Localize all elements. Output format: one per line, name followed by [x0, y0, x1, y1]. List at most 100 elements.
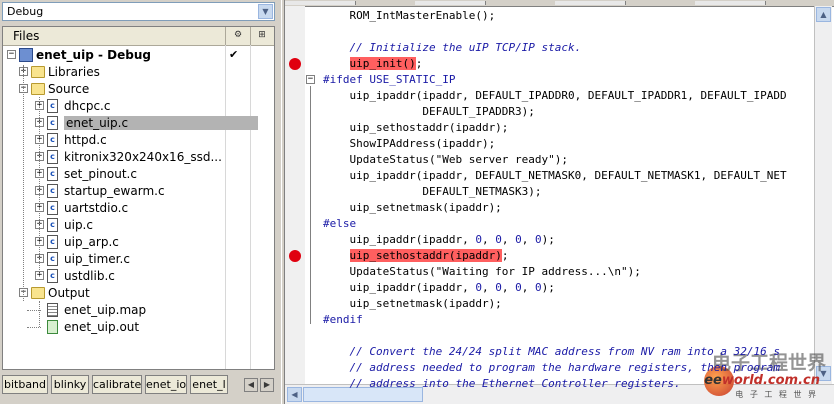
build-status-icon[interactable]: ⚙ — [231, 29, 245, 42]
vertical-scrollbar[interactable]: ▲ ▼ — [814, 6, 832, 384]
tree-file[interactable]: + c uip_timer.c — [3, 251, 225, 267]
tree-file[interactable]: + c set_pinout.c — [3, 166, 225, 182]
code-line[interactable]: // address needed to program the hardwar… — [323, 360, 780, 376]
code-line[interactable]: uip_sethostaddr(ipaddr); — [323, 248, 508, 264]
fold-collapse-icon[interactable]: − — [306, 75, 315, 84]
code-token: 0 — [534, 233, 542, 246]
collapse-icon[interactable]: − — [7, 50, 16, 59]
scroll-left-icon[interactable]: ◀ — [287, 387, 302, 402]
options-icon[interactable]: ⊞ — [255, 29, 269, 42]
code-line[interactable]: DEFAULT_NETMASK3); — [323, 184, 541, 200]
tree-item-label: httpd.c — [64, 133, 107, 147]
breakpoint-icon[interactable] — [289, 58, 301, 70]
code-token: uip_setnetmask(ipaddr); — [323, 201, 502, 214]
c-file-icon: c — [47, 252, 58, 266]
c-file-icon: c — [47, 99, 58, 113]
scroll-up-icon[interactable]: ▲ — [816, 7, 831, 22]
tree-group-output[interactable]: − Output — [3, 285, 225, 301]
code-line[interactable]: ROM_IntMasterEnable(); — [323, 8, 495, 24]
c-file-icon: c — [47, 184, 58, 198]
code-token: UpdateStatus("Waiting for IP address...\… — [323, 265, 641, 278]
tree-file[interactable]: + c startup_ewarm.c — [3, 183, 225, 199]
code-token: #else — [323, 217, 357, 230]
tab-scroll-right-icon[interactable]: ▶ — [260, 378, 274, 392]
code-line[interactable]: uip_init(); — [323, 56, 422, 72]
code-line[interactable]: DEFAULT_IPADDR3); — [323, 104, 535, 120]
code-line[interactable]: uip_ipaddr(ipaddr, 0, 0, 0, 0); — [323, 232, 555, 248]
code-comment: // address into the Ethernet Controller … — [349, 377, 681, 390]
tree-file[interactable]: + c uip_arp.c — [3, 234, 225, 250]
build-config-select[interactable]: Debug ▼ — [2, 2, 275, 21]
tree-connector — [27, 327, 41, 328]
workspace-tab[interactable]: enet_io — [145, 375, 187, 394]
tab-scroll-left-icon[interactable]: ◀ — [244, 378, 258, 392]
tree-output-file[interactable]: enet_uip.out — [3, 319, 225, 335]
ruler-segment — [695, 1, 766, 5]
code-token: #ifdef USE_STATIC_IP — [323, 73, 456, 86]
code-line[interactable]: #else — [323, 216, 356, 232]
code-line[interactable]: #endif — [323, 312, 363, 328]
workspace-panel: Debug ▼ Files ⚙ ⊞ − enet_uip - Debug ✔ + Lib… — [0, 0, 281, 404]
code-line[interactable]: UpdateStatus("Web server ready"); — [323, 152, 568, 168]
code-line[interactable]: // Convert the 24/24 split MAC address f… — [323, 344, 780, 360]
header-divider — [225, 27, 226, 45]
code-line[interactable]: uip_ipaddr(ipaddr, 0, 0, 0, 0); — [323, 280, 554, 296]
code-token: , — [521, 281, 535, 294]
code-line[interactable]: UpdateStatus("Waiting for IP address...\… — [323, 264, 641, 280]
code-token: 0 — [534, 281, 542, 294]
code-line[interactable]: ShowIPAddress(ipaddr); — [323, 136, 495, 152]
code-token: uip_ipaddr(ipaddr, DEFAULT_NETMASK0, DEF… — [323, 169, 787, 182]
breakpoint-icon[interactable] — [289, 250, 301, 262]
workspace-tab[interactable]: enet_l — [190, 375, 228, 394]
code-line[interactable]: uip_ipaddr(ipaddr, DEFAULT_NETMASK0, DEF… — [323, 168, 787, 184]
tree-file[interactable]: + c uip.c — [3, 217, 225, 233]
code-token: ; — [501, 249, 509, 262]
folder-icon — [31, 83, 45, 95]
tree-item-label: Libraries — [48, 65, 100, 79]
code-token: , — [501, 233, 516, 246]
ruler-segment — [415, 1, 486, 5]
code-token: uip_ipaddr(ipaddr, DEFAULT_IPADDR0, DEFA… — [323, 89, 787, 102]
workspace-tab[interactable]: blinky — [51, 375, 89, 394]
watermark-subtitle: 电 子 工 程 世 界 — [735, 390, 818, 399]
tree-file[interactable]: + c uartstdio.c — [3, 200, 225, 216]
file-tree: Files ⚙ ⊞ − enet_uip - Debug ✔ + Libraries − S… — [2, 26, 275, 370]
code-token: ); — [541, 233, 555, 246]
code-line[interactable]: // Initialize the uIP TCP/IP stack. — [323, 40, 582, 56]
tree-output-file[interactable]: enet_uip.map — [3, 302, 225, 318]
workspace-tab[interactable]: calibrate — [92, 375, 142, 394]
code-line[interactable]: // address into the Ethernet Controller … — [323, 376, 681, 392]
code-comment: // Initialize the uIP TCP/IP stack. — [349, 41, 582, 54]
tree-item-label: dhcpc.c — [64, 99, 111, 113]
tree-file[interactable]: + c httpd.c — [3, 132, 225, 148]
code-line[interactable]: #ifdef USE_STATIC_IP — [323, 72, 455, 88]
code-line[interactable]: uip_setnetmask(ipaddr); — [323, 200, 502, 216]
breakpoint-highlight: uip_sethostaddr(ipaddr) — [349, 249, 502, 262]
code-line[interactable]: uip_setnetmask(ipaddr); — [323, 296, 502, 312]
tree-item-label: kitronix320x240x16_ssd... — [64, 150, 222, 164]
tree-file[interactable]: + c enet_uip.c — [3, 115, 258, 131]
tree-file[interactable]: + c kitronix320x240x16_ssd... — [3, 149, 225, 165]
tree-project[interactable]: − enet_uip - Debug ✔ — [3, 47, 238, 63]
tree-group-libraries[interactable]: + Libraries — [3, 64, 225, 80]
code-token: ROM_IntMasterEnable(); — [323, 9, 496, 22]
tree-group-source[interactable]: − Source — [3, 81, 225, 97]
code-token: 0 — [495, 281, 502, 294]
code-token: uip_setnetmask(ipaddr); — [323, 297, 502, 310]
code-token: 0 — [515, 281, 522, 294]
code-token: uip_ipaddr(ipaddr, — [323, 281, 476, 294]
tree-item-label: enet_uip.out — [64, 320, 140, 334]
tree-file[interactable]: + c ustdlib.c — [3, 268, 225, 284]
tree-file[interactable]: + c dhcpc.c — [3, 98, 225, 114]
chevron-down-icon[interactable]: ▼ — [258, 4, 273, 19]
code-editor[interactable]: ▲ ▼ ◀ 电子工程世界 eeworld.com.cn 电 子 工 程 世 界 … — [285, 0, 834, 404]
ruler-segment — [285, 1, 356, 5]
workspace-tab[interactable]: bitband — [2, 375, 48, 394]
tree-item-label: Output — [48, 286, 90, 300]
code-line[interactable]: uip_ipaddr(ipaddr, DEFAULT_IPADDR0, DEFA… — [323, 88, 787, 104]
output-file-icon — [47, 320, 58, 334]
code-line[interactable]: uip_sethostaddr(ipaddr); — [323, 120, 508, 136]
